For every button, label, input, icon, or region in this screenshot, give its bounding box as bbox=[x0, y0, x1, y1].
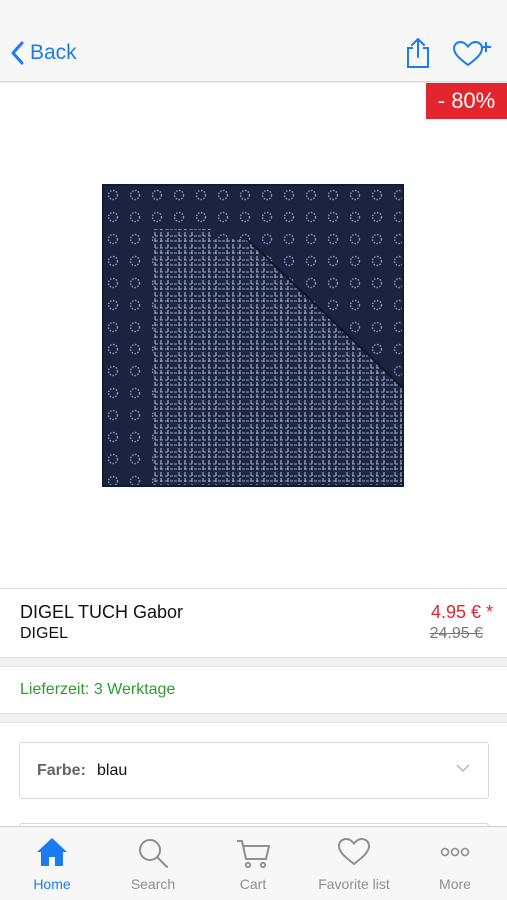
tab-cart[interactable]: Cart bbox=[208, 835, 298, 899]
tab-more[interactable]: More bbox=[410, 835, 500, 899]
heart-plus-icon bbox=[452, 40, 491, 67]
product-options: Farbe: blau bbox=[0, 722, 507, 863]
back-label: Back bbox=[30, 41, 77, 64]
delivery-info: Lieferzeit: 3 Werktage bbox=[0, 666, 507, 714]
product-image-area: - 80% bbox=[0, 83, 507, 588]
tab-favorite-list-label: Favorite list bbox=[318, 876, 390, 892]
share-button[interactable] bbox=[404, 37, 432, 69]
color-value: blau bbox=[97, 762, 128, 779]
heart-icon bbox=[337, 837, 371, 866]
tab-cart-label: Cart bbox=[239, 876, 267, 892]
tab-search-label: Search bbox=[130, 876, 176, 892]
tab-favorite-list[interactable]: Favorite list bbox=[309, 835, 399, 899]
more-icon bbox=[440, 847, 470, 857]
original-price: 24.95 € bbox=[429, 625, 483, 642]
chevron-down-icon bbox=[456, 764, 470, 773]
chevron-left-icon bbox=[11, 41, 24, 65]
tab-search[interactable]: Search bbox=[108, 835, 198, 899]
product-image[interactable] bbox=[102, 184, 404, 487]
product-name: DIGEL TUCH Gabor bbox=[20, 602, 184, 622]
price: 4.95 € * bbox=[430, 602, 493, 622]
cart-icon bbox=[237, 840, 270, 869]
color-label: Farbe: bbox=[37, 762, 86, 779]
tab-bar: Home Search Cart Favorite list More bbox=[0, 826, 507, 900]
back-button[interactable]: Back bbox=[10, 38, 77, 68]
search-icon bbox=[139, 839, 168, 868]
color-select[interactable]: Farbe: blau bbox=[19, 742, 489, 799]
product-brand: DIGEL bbox=[20, 625, 69, 642]
tab-more-label: More bbox=[439, 876, 471, 892]
product-info: DIGEL TUCH Gabor DIGEL 4.95 € * 24.95 € bbox=[0, 588, 507, 658]
add-to-favorites-button[interactable] bbox=[452, 40, 492, 68]
share-icon bbox=[407, 38, 429, 68]
tab-home-label: Home bbox=[33, 876, 71, 892]
delivery-time: Lieferzeit: 3 Werktage bbox=[20, 681, 176, 698]
home-icon bbox=[37, 838, 67, 866]
navigation-bar: Back bbox=[0, 0, 507, 82]
tab-home[interactable]: Home bbox=[7, 835, 97, 899]
discount-badge: - 80% bbox=[426, 83, 507, 119]
